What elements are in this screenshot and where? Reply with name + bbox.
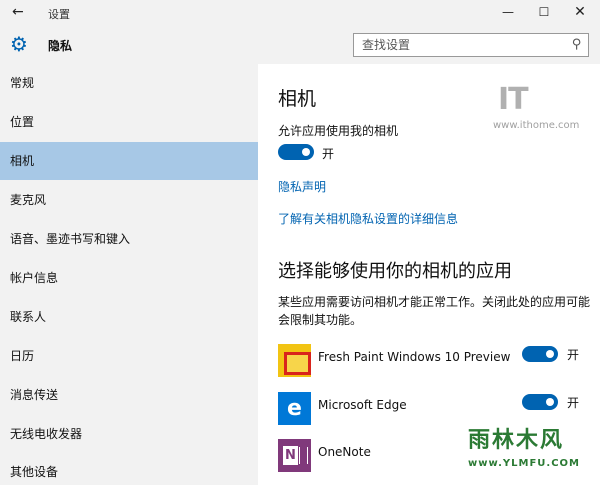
search-icon[interactable]: ⚲: [572, 37, 582, 52]
back-arrow-icon[interactable]: ←: [12, 4, 24, 20]
ithome-watermark-logo: IT: [498, 82, 529, 117]
app-name: Fresh Paint Windows 10 Preview: [318, 350, 511, 364]
sidebar-item-camera[interactable]: 相机: [0, 142, 258, 180]
gear-icon: ⚙: [10, 32, 28, 56]
app-name: Microsoft Edge: [318, 398, 407, 412]
privacy-statement-link[interactable]: 隐私声明: [278, 178, 326, 195]
ithome-watermark-url: www.ithome.com: [493, 120, 580, 131]
sidebar-item-contacts[interactable]: 联系人: [0, 298, 258, 336]
sidebar-item-calendar[interactable]: 日历: [0, 337, 258, 375]
ylmfu-watermark-url: www.YLMFU.COM: [468, 458, 580, 469]
sidebar-item-microphone[interactable]: 麦克风: [0, 181, 258, 219]
close-icon[interactable]: ✕: [570, 3, 590, 21]
search-input[interactable]: [354, 34, 564, 56]
fresh-paint-toggle-label: 开: [567, 348, 580, 362]
page-title: 隐私: [48, 39, 73, 53]
sidebar-item-account-info[interactable]: 帐户信息: [0, 259, 258, 297]
learn-more-link[interactable]: 了解有关相机隐私设置的详细信息: [278, 210, 458, 227]
edge-icon: e: [278, 392, 311, 425]
allow-camera-toggle[interactable]: [278, 144, 314, 160]
onenote-icon: [278, 439, 311, 472]
fresh-paint-icon: [278, 344, 311, 377]
edge-toggle[interactable]: [522, 394, 558, 410]
sidebar-item-radios[interactable]: 无线电收发器: [0, 415, 258, 453]
apps-section-description: 某些应用需要访问相机才能正常工作。关闭此处的应用可能会限制其功能。: [278, 295, 591, 327]
section-heading-camera: 相机: [278, 88, 317, 110]
window-title: 设置: [48, 8, 70, 21]
minimize-icon[interactable]: —: [498, 3, 518, 21]
sidebar-item-location[interactable]: 位置: [0, 103, 258, 141]
sidebar-item-speech-inking-typing[interactable]: 语音、墨迹书写和键入: [0, 220, 258, 258]
fresh-paint-toggle[interactable]: [522, 346, 558, 362]
apps-section-heading: 选择能够使用你的相机的应用: [278, 261, 512, 282]
allow-camera-toggle-label: 开: [322, 147, 335, 161]
sidebar-item-messaging[interactable]: 消息传送: [0, 376, 258, 414]
sidebar: 常规 位置 相机 麦克风 语音、墨迹书写和键入 帐户信息 联系人 日历 消息传送…: [0, 64, 258, 485]
ylmfu-watermark-text: 雨林木风: [468, 428, 565, 453]
search-box[interactable]: ⚲: [353, 33, 589, 57]
allow-camera-label: 允许应用使用我的相机: [278, 124, 399, 138]
edge-toggle-label: 开: [567, 396, 580, 410]
maximize-icon[interactable]: ☐: [534, 3, 554, 21]
page-header: ⚙ 隐私 ⚲: [0, 26, 600, 64]
title-bar: ← 设置 — ☐ ✕: [0, 0, 600, 26]
ylmfu-watermark: 雨林木风 www.YLMFU.COM: [462, 410, 597, 480]
app-name: OneNote: [318, 445, 371, 459]
sidebar-item-general[interactable]: 常规: [0, 64, 258, 102]
sidebar-item-other-devices[interactable]: 其他设备: [0, 453, 258, 485]
